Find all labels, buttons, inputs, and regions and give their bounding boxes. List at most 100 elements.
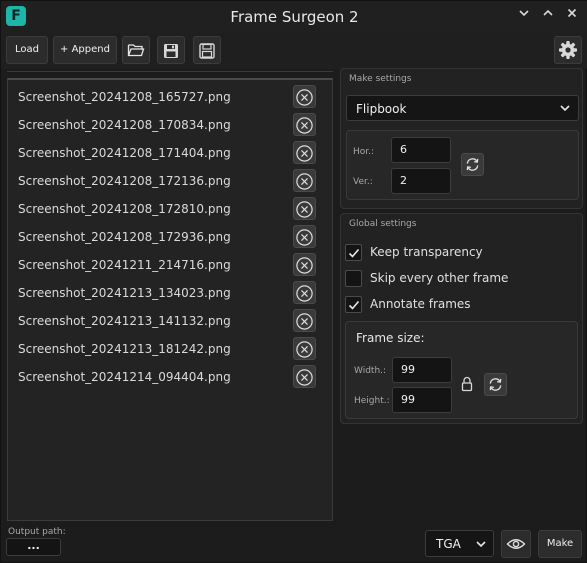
- close-circle-icon: [296, 145, 313, 162]
- close-circle-icon: [296, 201, 313, 218]
- remove-file-button[interactable]: [293, 281, 316, 304]
- save-as-button[interactable]: [193, 36, 221, 64]
- chevron-down-icon: [560, 105, 570, 112]
- close-circle-icon: [296, 257, 313, 274]
- remove-file-button[interactable]: [293, 141, 316, 164]
- preview-button[interactable]: [501, 530, 531, 558]
- remove-file-button[interactable]: [293, 365, 316, 388]
- list-item[interactable]: Screenshot_20241213_181242.png: [8, 334, 332, 362]
- file-name: Screenshot_20241208_171404.png: [18, 146, 231, 160]
- remove-file-button[interactable]: [293, 337, 316, 360]
- make-mode-dropdown[interactable]: Flipbook: [346, 95, 579, 121]
- lock-aspect-toggle[interactable]: [461, 376, 475, 394]
- chevron-down-icon: [476, 541, 486, 548]
- list-divider: [7, 71, 333, 72]
- format-value: TGA: [436, 537, 461, 551]
- list-item[interactable]: Screenshot_20241213_141132.png: [8, 306, 332, 334]
- list-item[interactable]: Screenshot_20241208_171404.png: [8, 138, 332, 166]
- close-circle-icon: [296, 173, 313, 190]
- make-mode-value: Flipbook: [356, 102, 407, 116]
- format-dropdown[interactable]: TGA: [425, 530, 494, 557]
- remove-file-button[interactable]: [293, 85, 316, 108]
- height-label: Height.:: [354, 396, 390, 406]
- list-item[interactable]: Screenshot_20241213_134023.png: [8, 278, 332, 306]
- frame-size-group: Frame size: Width.: 99 Height.: 99: [345, 321, 578, 419]
- toolbar: Load + Append: [1, 33, 587, 69]
- eye-icon: [506, 539, 526, 549]
- file-name: Screenshot_20241211_214716.png: [18, 258, 231, 272]
- list-item[interactable]: Screenshot_20241214_094404.png: [8, 362, 332, 390]
- close-circle-icon: [296, 341, 313, 358]
- append-button[interactable]: + Append: [53, 36, 117, 64]
- file-name: Screenshot_20241213_141132.png: [18, 314, 231, 328]
- refresh-icon: [466, 158, 479, 171]
- make-settings-group: Make settings Flipbook Hor.: 6 Ver.: 2: [340, 68, 583, 209]
- open-folder-button[interactable]: [122, 36, 150, 64]
- file-name: Screenshot_20241214_094404.png: [18, 370, 231, 384]
- output-path-button[interactable]: ...: [6, 538, 61, 556]
- remove-file-button[interactable]: [293, 197, 316, 220]
- list-item[interactable]: Screenshot_20241208_172136.png: [8, 166, 332, 194]
- make-settings-title: Make settings: [349, 74, 412, 84]
- settings-button[interactable]: [554, 36, 582, 64]
- remove-file-button[interactable]: [293, 309, 316, 332]
- checkmark-icon: [348, 300, 360, 310]
- file-name: Screenshot_20241213_181242.png: [18, 342, 231, 356]
- close-circle-icon: [296, 117, 313, 134]
- height-field[interactable]: 99: [392, 387, 452, 413]
- remove-file-button[interactable]: [293, 169, 316, 192]
- file-name: Screenshot_20241208_170834.png: [18, 118, 231, 132]
- option-label: Keep transparency: [370, 245, 483, 259]
- frame-size-title: Frame size:: [356, 331, 425, 345]
- maximize-button[interactable]: [538, 6, 558, 26]
- chevron-down-icon: [519, 10, 529, 17]
- hor-field[interactable]: 6: [391, 137, 451, 163]
- file-name: Screenshot_20241208_172136.png: [18, 174, 231, 188]
- save-icon: [164, 44, 178, 58]
- hor-label: Hor.:: [353, 147, 375, 157]
- close-window-button[interactable]: [562, 6, 582, 26]
- checkbox[interactable]: [345, 244, 362, 261]
- swap-size-button[interactable]: [484, 373, 507, 396]
- checkbox[interactable]: [345, 296, 362, 313]
- option-row[interactable]: Annotate frames: [345, 296, 575, 314]
- close-circle-icon: [296, 313, 313, 330]
- list-item[interactable]: Screenshot_20241211_214716.png: [8, 250, 332, 278]
- option-label: Skip every other frame: [370, 271, 509, 285]
- checkmark-icon: [348, 248, 360, 258]
- file-name: Screenshot_20241208_172810.png: [18, 202, 231, 216]
- window-title: Frame Surgeon 2: [230, 8, 359, 26]
- remove-file-button[interactable]: [293, 253, 316, 276]
- swap-grid-button[interactable]: [461, 153, 484, 176]
- minimize-button[interactable]: [514, 6, 534, 26]
- file-name: Screenshot_20241213_134023.png: [18, 286, 231, 300]
- width-label: Width.:: [354, 366, 387, 376]
- grid-size-group: Hor.: 6 Ver.: 2: [346, 130, 579, 200]
- save-button[interactable]: [157, 36, 185, 64]
- file-list[interactable]: Screenshot_20241208_165727.png Screenshot…: [7, 78, 333, 521]
- close-circle-icon: [296, 89, 313, 106]
- chevron-up-icon: [543, 9, 553, 16]
- list-item[interactable]: Screenshot_20241208_172810.png: [8, 194, 332, 222]
- width-field[interactable]: 99: [392, 357, 452, 383]
- remove-file-button[interactable]: [293, 225, 316, 248]
- ver-label: Ver.:: [353, 177, 373, 187]
- list-item[interactable]: Screenshot_20241208_170834.png: [8, 110, 332, 138]
- global-settings-title: Global settings: [349, 219, 417, 229]
- file-name: Screenshot_20241208_172936.png: [18, 230, 231, 244]
- close-circle-icon: [296, 369, 313, 386]
- folder-open-icon: [127, 44, 145, 57]
- gear-icon: [559, 41, 577, 59]
- close-circle-icon: [296, 229, 313, 246]
- list-item[interactable]: Screenshot_20241208_165727.png: [8, 82, 332, 110]
- list-item[interactable]: Screenshot_20241208_172936.png: [8, 222, 332, 250]
- option-row[interactable]: Skip every other frame: [345, 270, 575, 288]
- option-row[interactable]: Keep transparency: [345, 244, 575, 262]
- title-bar: F Frame Surgeon 2: [1, 1, 587, 33]
- load-button[interactable]: Load: [6, 36, 48, 64]
- make-button[interactable]: Make: [538, 530, 582, 558]
- close-icon: [567, 8, 577, 18]
- remove-file-button[interactable]: [293, 113, 316, 136]
- ver-field[interactable]: 2: [391, 168, 451, 194]
- checkbox[interactable]: [345, 270, 362, 287]
